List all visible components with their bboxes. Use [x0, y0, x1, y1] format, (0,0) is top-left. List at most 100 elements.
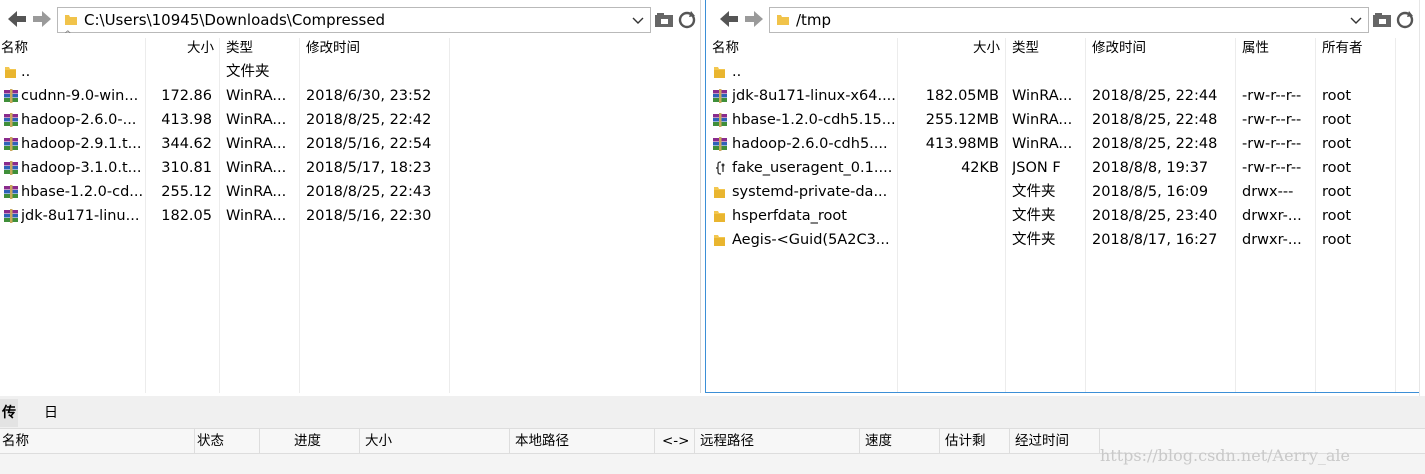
file-row[interactable]: ..: [706, 60, 1420, 84]
rar-archive-icon: [3, 208, 19, 224]
header-name[interactable]: 名称: [0, 429, 195, 453]
file-size: 255.12: [161, 184, 212, 200]
refresh-icon[interactable]: [677, 10, 697, 30]
tab-transfer[interactable]: 传输: [0, 399, 18, 449]
folder-icon: [777, 15, 789, 25]
file-row[interactable]: .. 文件夹: [0, 60, 700, 84]
file-owner: root: [1322, 208, 1352, 224]
local-path-input[interactable]: C:\Users\10945\Downloads\Compressed: [57, 7, 651, 33]
file-modified: 2018/8/25, 22:42: [306, 112, 432, 128]
file-row[interactable]: Aegis-<Guid(5A2C3... 文件夹 2018/8/17, 16:27 d…: [706, 228, 1420, 252]
file-name: hadoop-3.1.0.t...: [21, 160, 142, 176]
header-elapsed[interactable]: 经过时间: [1010, 429, 1100, 453]
header-size[interactable]: 大小: [936, 38, 1000, 60]
local-file-pane[interactable]: C:\Users\10945\Downloads\Compressed ^ 名称…: [0, 0, 701, 393]
file-size: 182.05MB: [925, 88, 999, 104]
back-arrow-icon[interactable]: [6, 8, 28, 30]
file-name: jdk-8u171-linux-x64....: [732, 88, 896, 104]
file-type: WinRA...: [226, 160, 287, 176]
watermark-text: https://blog.csdn.net/Aerry_ale: [1100, 446, 1350, 465]
file-type: 文件夹: [226, 64, 270, 80]
refresh-icon[interactable]: [1395, 10, 1415, 30]
file-owner: root: [1322, 160, 1352, 176]
header-progress[interactable]: 进度: [260, 429, 360, 453]
bookmark-folder-icon[interactable]: [1372, 10, 1392, 30]
file-size: 255.12MB: [925, 112, 999, 128]
file-row[interactable]: systemd-private-da... 文件夹 2018/8/5, 16:09 d…: [706, 180, 1420, 204]
file-row[interactable]: fake_useragent_0.1.... 42KB JSON F 2018/8/8…: [706, 156, 1420, 180]
file-modified: 2018/8/5, 16:09: [1092, 184, 1209, 200]
file-row[interactable]: hbase-1.2.0-cdh5.15... 255.12MB WinRA... 20…: [706, 108, 1420, 132]
chevron-down-icon[interactable]: [1350, 11, 1362, 29]
file-modified: 2018/8/25, 22:43: [306, 184, 432, 200]
header-size[interactable]: 大小: [150, 38, 214, 60]
header-eta[interactable]: 估计剩: [940, 429, 1010, 453]
file-name: hadoop-2.6.0-cdh5....: [732, 136, 888, 152]
file-modified: 2018/8/25, 22:44: [1092, 88, 1218, 104]
header-speed[interactable]: 速度: [860, 429, 940, 453]
file-owner: root: [1322, 232, 1352, 248]
file-attrs: -rw-r--r--: [1242, 136, 1302, 152]
remote-path-text: /tmp: [796, 11, 832, 29]
file-type: WinRA...: [1012, 136, 1073, 152]
json-file-icon: [712, 160, 728, 176]
file-name: systemd-private-da...: [732, 184, 888, 200]
file-type: JSON F: [1012, 160, 1061, 176]
remote-file-pane[interactable]: /tmp 名称 大小 类型 修改时间 属性 所有者 .. jdk-8u171-li…: [705, 0, 1421, 393]
file-type: WinRA...: [226, 136, 287, 152]
file-row[interactable]: hsperfdata_root 文件夹 2018/8/25, 23:40 drwxr-…: [706, 204, 1420, 228]
file-type: WinRA...: [1012, 88, 1073, 104]
header-owner[interactable]: 所有者: [1322, 38, 1363, 60]
file-type: WinRA...: [226, 184, 287, 200]
header-modified[interactable]: 修改时间: [306, 38, 360, 60]
header-attributes[interactable]: 属性: [1242, 38, 1269, 60]
file-name: hbase-1.2.0-cdh5.15...: [732, 112, 896, 128]
file-attrs: -rw-r--r--: [1242, 112, 1302, 128]
header-status[interactable]: 状态: [195, 429, 260, 453]
folder-icon: [712, 64, 728, 80]
header-size[interactable]: 大小: [360, 429, 510, 453]
file-name: hadoop-2.9.1.t...: [21, 136, 142, 152]
file-row[interactable]: hadoop-3.1.0.t... 310.81 WinRA... 2018/5/17…: [0, 156, 700, 180]
file-row[interactable]: jdk-8u171-linux-x64.... 182.05MB WinRA... 2…: [706, 84, 1420, 108]
file-row[interactable]: cudnn-9.0-win... 172.86 WinRA... 2018/6/30,…: [0, 84, 700, 108]
header-name[interactable]: 名称: [1, 38, 28, 60]
file-name: cudnn-9.0-win...: [21, 88, 139, 104]
file-row[interactable]: hadoop-2.6.0-... 413.98 WinRA... 2018/8/25,…: [0, 108, 700, 132]
header-modified[interactable]: 修改时间: [1092, 38, 1146, 60]
back-arrow-icon[interactable]: [718, 8, 740, 30]
file-owner: root: [1322, 112, 1352, 128]
rar-archive-icon: [712, 136, 728, 152]
file-attrs: [1242, 60, 1312, 84]
header-name[interactable]: 名称: [712, 38, 739, 60]
header-local-path[interactable]: 本地路径: [510, 429, 655, 453]
file-row[interactable]: hadoop-2.9.1.t... 344.62 WinRA... 2018/5/16…: [0, 132, 700, 156]
file-type: 文件夹: [1012, 184, 1056, 200]
rar-archive-icon: [3, 88, 19, 104]
rar-archive-icon: [3, 136, 19, 152]
header-remote-path[interactable]: 远程路径: [695, 429, 860, 453]
file-size: 413.98: [161, 112, 212, 128]
file-name: ..: [732, 64, 742, 80]
file-owner: root: [1322, 88, 1352, 104]
file-size: 182.05: [161, 208, 212, 224]
file-row[interactable]: hadoop-2.6.0-cdh5.... 413.98MB WinRA... 201…: [706, 132, 1420, 156]
file-modified: 2018/8/8, 19:37: [1092, 160, 1209, 176]
header-type[interactable]: 类型: [226, 38, 253, 60]
header-type[interactable]: 类型: [1012, 38, 1039, 60]
file-size: 413.98MB: [925, 136, 999, 152]
file-type: WinRA...: [226, 208, 287, 224]
chevron-down-icon[interactable]: [632, 11, 644, 29]
file-row[interactable]: hbase-1.2.0-cd... 255.12 WinRA... 2018/8/25…: [0, 180, 700, 204]
bookmark-folder-icon[interactable]: [654, 10, 674, 30]
file-attrs: drwx---: [1242, 184, 1294, 200]
folder-icon: [65, 15, 77, 25]
tab-log[interactable]: 日志: [42, 399, 60, 449]
folder-icon: [3, 64, 19, 80]
header-direction[interactable]: <->: [655, 429, 695, 453]
folder-icon: [712, 232, 728, 248]
forward-arrow-icon[interactable]: [31, 8, 53, 30]
file-row[interactable]: jdk-8u171-linu... 182.05 WinRA... 2018/5/16…: [0, 204, 700, 228]
forward-arrow-icon[interactable]: [743, 8, 765, 30]
remote-path-input[interactable]: /tmp: [769, 7, 1369, 33]
